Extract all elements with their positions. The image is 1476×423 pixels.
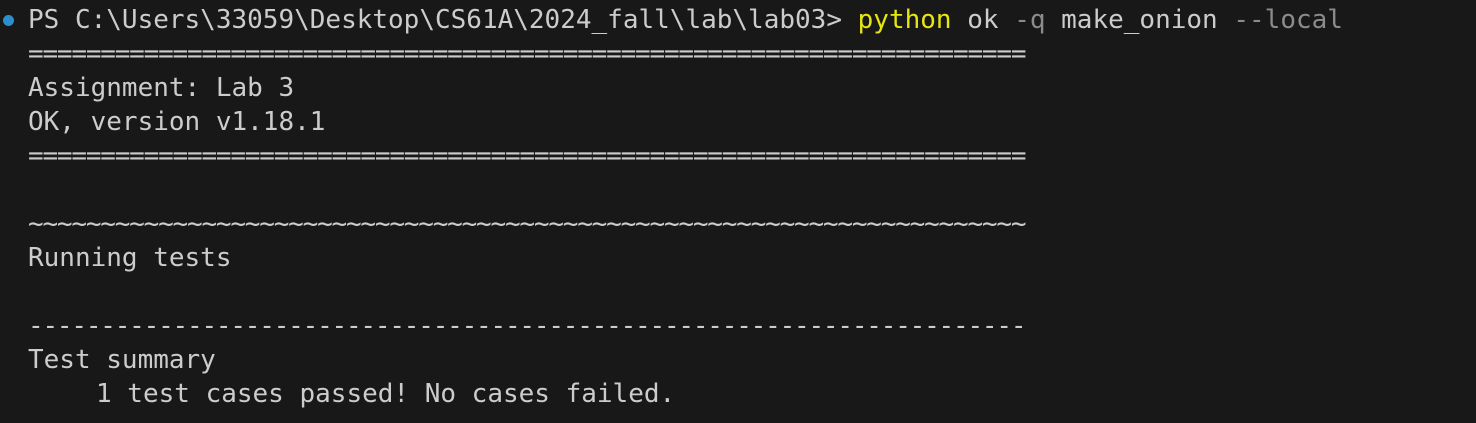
command-target: make_onion <box>1061 5 1218 35</box>
output-assignment: Assignment: Lab 3 <box>28 73 295 103</box>
command-flag-local: --local <box>1233 5 1343 35</box>
terminal-panel[interactable]: PS C:\Users\33059\Desktop\CS61A\2024_fal… <box>0 0 1476 423</box>
output-rule-tilde: ~~~~~~~~~~~~~~~~~~~~~~~~~~~~~~~~~~~~~~~~… <box>28 209 1026 239</box>
command-status-dot-icon[interactable] <box>3 15 14 26</box>
command-script: ok <box>967 5 999 35</box>
output-rule-equals-2: ========================================… <box>28 141 1026 171</box>
output-rule-equals: ========================================… <box>28 39 1026 69</box>
shell-prompt: PS C:\Users\33059\Desktop\CS61A\2024_fal… <box>28 5 858 35</box>
command-line: PS C:\Users\33059\Desktop\CS61A\2024_fal… <box>28 3 1343 37</box>
command-program: python <box>857 5 952 35</box>
output-summary-title: Test summary <box>28 345 216 375</box>
output-running-tests: Running tests <box>28 243 232 273</box>
command-flag-q: -q <box>1014 5 1046 35</box>
output-version: OK, version v1.18.1 <box>28 107 326 137</box>
output-summary-result: 1 test cases passed! No cases failed. <box>96 379 676 409</box>
output-rule-dash: ----------------------------------------… <box>28 311 1026 341</box>
